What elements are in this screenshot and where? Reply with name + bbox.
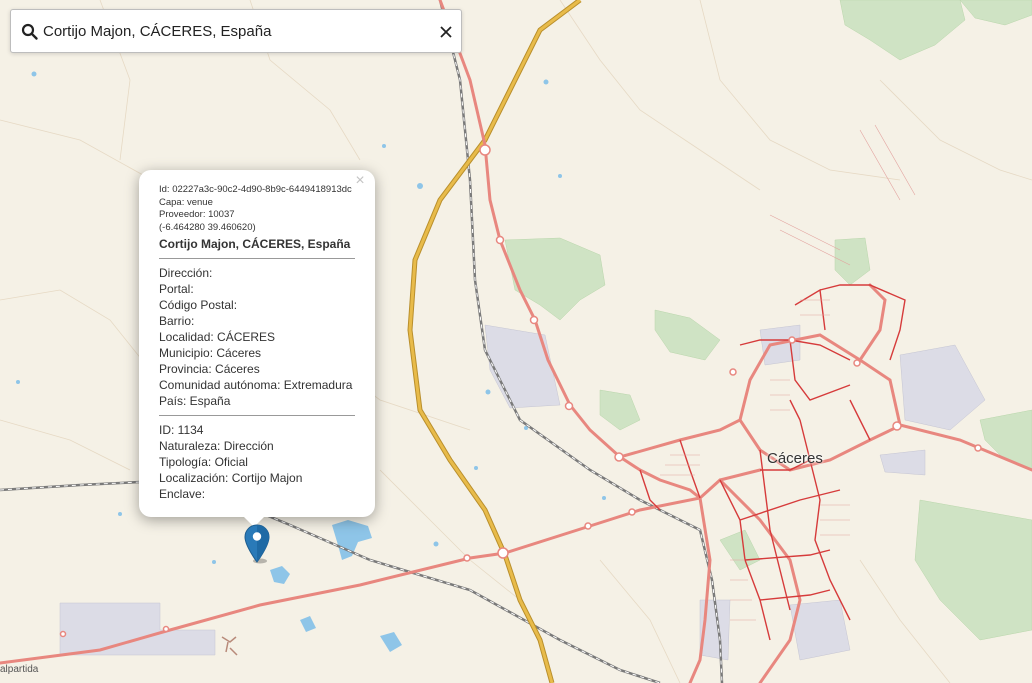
map-pin-icon[interactable] xyxy=(244,524,272,564)
address-field: Municipio: Cáceres xyxy=(159,346,262,360)
address-field: País: España xyxy=(159,394,231,408)
address-field: Localidad: CÁCERES xyxy=(159,330,276,344)
detail-field: ID: 1134 xyxy=(159,423,204,437)
close-icon xyxy=(440,26,452,38)
address-field: Portal: xyxy=(159,282,194,296)
info-popup: × Id: 02227a3c-90c2-4d90-8b9c-6449418913… xyxy=(139,170,375,527)
search-icon xyxy=(21,23,38,40)
address-field: Código Postal: xyxy=(159,298,238,312)
address-field: Comunidad autónoma: Extremadura xyxy=(159,378,353,392)
detail-field: Tipología: Oficial xyxy=(159,455,248,469)
popup-divider xyxy=(159,415,355,416)
popup-title: Cortijo Majon, CÁCERES, España xyxy=(159,237,351,251)
search-box xyxy=(10,9,462,53)
city-label: Cáceres xyxy=(767,450,823,467)
detail-field: Enclave: xyxy=(159,487,206,501)
popup-id: Id: 02227a3c-90c2-4d90-8b9c-6449418913dc xyxy=(159,184,352,195)
search-input[interactable] xyxy=(43,18,423,44)
detail-field: Naturaleza: Dirección xyxy=(159,439,274,453)
address-field: Provincia: Cáceres xyxy=(159,362,260,376)
popup-close-button[interactable]: × xyxy=(352,173,368,189)
clear-search-button[interactable] xyxy=(435,21,457,43)
popup-coordinates: (-6.464280 39.460620) xyxy=(159,221,256,233)
popup-provider: Proveedor: 10037 xyxy=(159,209,235,220)
popup-divider xyxy=(159,258,355,259)
detail-field: Localización: Cortijo Majon xyxy=(159,471,303,485)
town-label: alpartida xyxy=(0,664,39,675)
address-field: Dirección: xyxy=(159,266,213,280)
address-field: Barrio: xyxy=(159,314,195,328)
popup-layer: Capa: venue xyxy=(159,196,213,208)
